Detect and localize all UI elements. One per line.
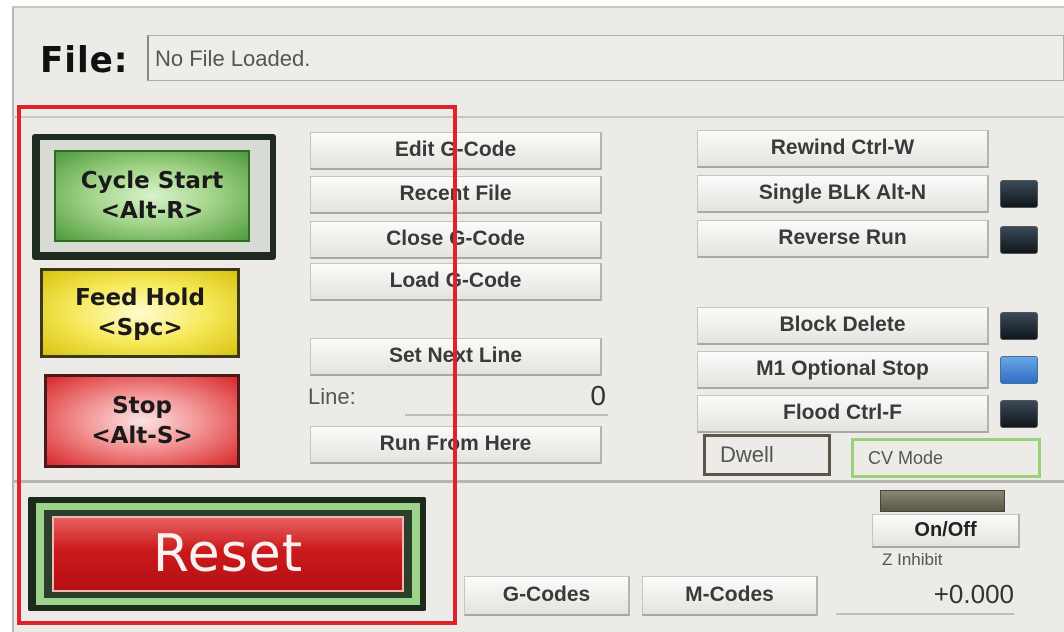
file-name-field: No File Loaded.	[147, 35, 1064, 81]
block-delete-led-icon	[1000, 312, 1038, 340]
z-inhibit-led-icon	[880, 490, 1005, 512]
cycle-start-label: Cycle Start	[80, 168, 224, 194]
feed-hold-button[interactable]: Feed Hold <Spc>	[40, 268, 240, 358]
z-inhibit-label: Z Inhibit	[882, 550, 943, 569]
block-delete-button[interactable]: Block Delete	[697, 307, 989, 345]
load-gcode-button[interactable]: Load G-Code	[310, 263, 602, 301]
m-codes-button[interactable]: M-Codes	[642, 576, 818, 616]
rewind-button[interactable]: Rewind Ctrl-W	[697, 130, 989, 168]
file-label: File:	[40, 40, 129, 81]
line-label: Line:	[308, 384, 356, 409]
stop-button[interactable]: Stop <Alt-S>	[44, 374, 240, 468]
close-gcode-button[interactable]: Close G-Code	[310, 221, 602, 259]
single-block-led-icon	[1000, 180, 1038, 208]
flood-button[interactable]: Flood Ctrl-F	[697, 395, 989, 433]
reverse-run-led-icon	[1000, 226, 1038, 254]
cycle-start-shortcut: <Alt-R>	[100, 198, 204, 224]
z-inhibit-on-off-button[interactable]: On/Off	[872, 514, 1020, 548]
stop-shortcut: <Alt-S>	[91, 423, 193, 449]
m1-optional-stop-button[interactable]: M1 Optional Stop	[697, 351, 989, 389]
dwell-indicator: Dwell	[703, 434, 831, 476]
z-inhibit-value-field[interactable]: +0.000	[836, 573, 1014, 615]
g-codes-button[interactable]: G-Codes	[464, 576, 630, 616]
divider	[12, 116, 1064, 118]
line-value: 0	[590, 380, 606, 411]
feed-hold-label: Feed Hold	[75, 285, 205, 311]
stop-label: Stop	[112, 393, 172, 419]
reset-button[interactable]: Reset	[52, 516, 404, 592]
single-block-button[interactable]: Single BLK Alt-N	[697, 175, 989, 213]
edit-gcode-button[interactable]: Edit G-Code	[310, 132, 602, 170]
cycle-start-button[interactable]: Cycle Start <Alt-R>	[54, 150, 250, 242]
reverse-run-button[interactable]: Reverse Run	[697, 220, 989, 258]
flood-led-icon	[1000, 400, 1038, 428]
divider	[12, 480, 1064, 483]
m1-optional-stop-led-icon	[1000, 356, 1038, 384]
feed-hold-shortcut: <Spc>	[97, 315, 183, 341]
line-input[interactable]	[405, 414, 608, 416]
run-from-here-button[interactable]: Run From Here	[310, 426, 602, 464]
cv-mode-indicator: CV Mode	[851, 438, 1041, 478]
set-next-line-button[interactable]: Set Next Line	[310, 338, 602, 376]
recent-file-button[interactable]: Recent File	[310, 176, 602, 214]
